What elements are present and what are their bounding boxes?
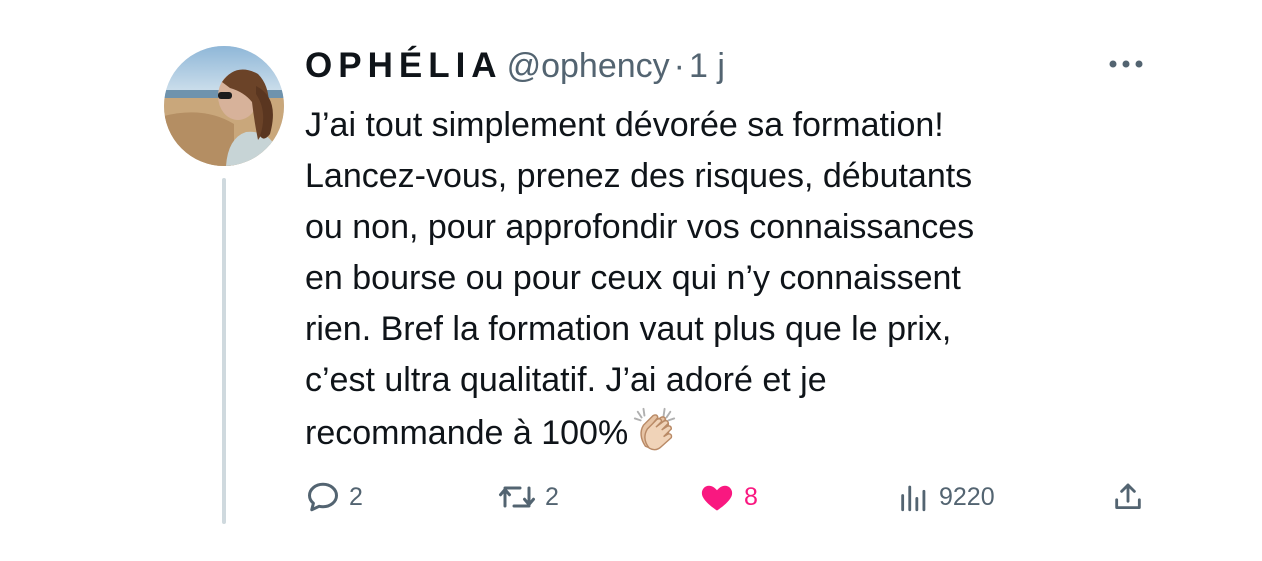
- avatar[interactable]: [164, 46, 284, 166]
- reply-button[interactable]: 2: [305, 475, 363, 519]
- user-handle[interactable]: @ophency: [507, 40, 670, 92]
- tweet-text: J’ai tout simplement dévorée sa formatio…: [305, 100, 1145, 459]
- views-count: 9220: [939, 482, 995, 511]
- tweet-header: OPHÉLIA @ophency · 1 j: [305, 40, 1155, 92]
- heart-icon: [701, 485, 733, 511]
- tweet-text-line: Lancez-vous, prenez des risques, débutan…: [305, 157, 973, 195]
- tweet-content: OPHÉLIA @ophency · 1 j J’ai tout simplem…: [305, 40, 1155, 459]
- more-options-button[interactable]: [1108, 52, 1144, 76]
- tweet-text-line: J’ai tout simplement dévorée sa formatio…: [305, 106, 944, 144]
- share-icon: [1115, 483, 1141, 510]
- like-button[interactable]: 8: [698, 475, 758, 519]
- share-button[interactable]: [1111, 475, 1145, 519]
- tweet-text-line: c’est ultra qualitatif. J’ai adoré et je: [305, 361, 827, 399]
- tweet-actions: 2 2 8 9220: [305, 475, 1155, 519]
- tweet-timestamp[interactable]: 1 j: [689, 40, 725, 92]
- views-icon: [901, 485, 926, 512]
- tweet-text-line: en bourse ou pour ceux qui n’y connaisse…: [305, 259, 961, 297]
- views-button[interactable]: 9220: [897, 475, 995, 519]
- reply-count: 2: [349, 482, 363, 511]
- clapping-hands-emoji: [634, 407, 676, 451]
- retweet-count: 2: [545, 482, 559, 511]
- display-name[interactable]: OPHÉLIA: [305, 40, 503, 92]
- avatar-column: [164, 46, 284, 526]
- retweet-icon: [499, 486, 535, 508]
- retweet-button[interactable]: 2: [497, 475, 559, 519]
- tweet-text-line: ou non, pour approfondir vos connaissanc…: [305, 208, 975, 246]
- separator-dot: ·: [673, 47, 685, 85]
- like-count: 8: [744, 482, 758, 511]
- more-horizontal-icon: [1109, 60, 1143, 68]
- tweet-text-line: rien. Bref la formation vaut plus que le…: [305, 310, 952, 348]
- thread-line: [222, 178, 226, 524]
- tweet-text-line: recommande à 100%: [305, 414, 629, 452]
- reply-icon: [308, 482, 338, 512]
- tweet[interactable]: OPHÉLIA @ophency · 1 j J’ai tout simplem…: [0, 0, 1262, 561]
- avatar-image: [164, 46, 284, 166]
